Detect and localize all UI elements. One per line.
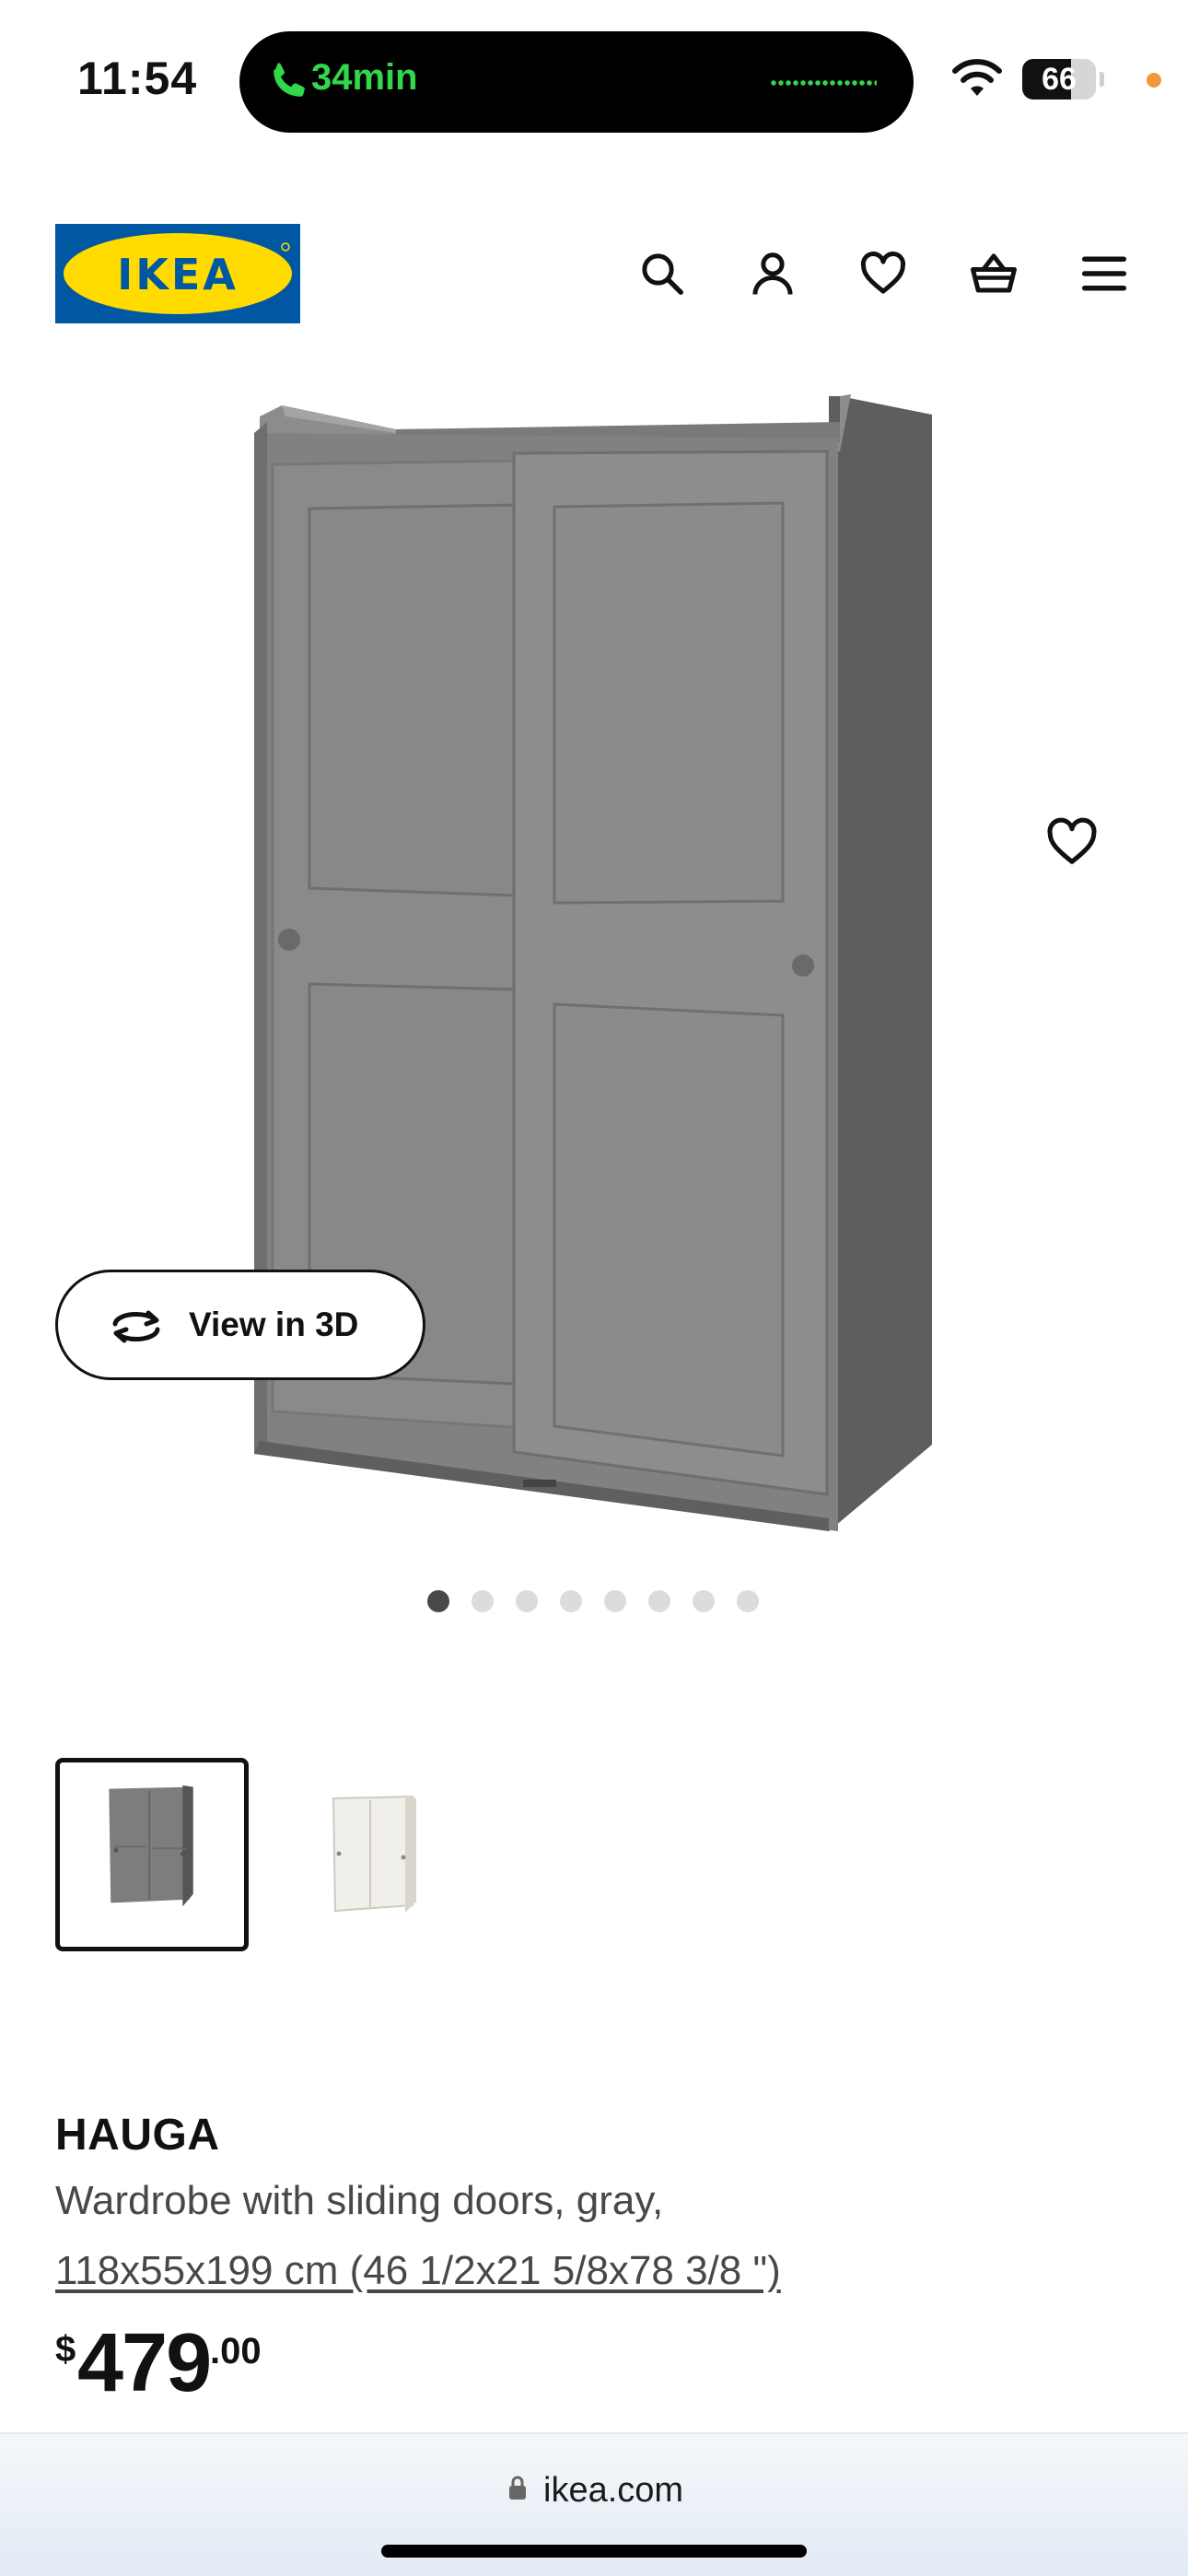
carousel-dot[interactable] <box>648 1590 670 1612</box>
url-text[interactable]: ikea.com <box>543 2471 683 2511</box>
variant-thumbnail-gray[interactable] <box>55 1758 249 1951</box>
menu-icon <box>1081 256 1127 291</box>
home-indicator[interactable] <box>381 2545 807 2558</box>
rotate-3d-icon <box>112 1310 160 1343</box>
search-icon <box>642 253 683 295</box>
privacy-indicator-dot <box>1147 73 1161 88</box>
white-wardrobe-thumbnail <box>332 1795 416 1913</box>
browser-address-bar[interactable]: ikea.com <box>0 2432 1188 2576</box>
heart-icon <box>860 252 906 294</box>
variant-thumbnail-white[interactable] <box>276 1758 470 1951</box>
product-dimensions-link[interactable]: 118x55x199 cm (46 1/2x21 5/8x78 3/8 ") <box>55 2248 781 2294</box>
price-integer: 479 <box>77 2317 212 2409</box>
product-description: Wardrobe with sliding doors, gray, <box>55 2178 664 2223</box>
price-decimal: .00 <box>210 2331 262 2371</box>
phone-icon <box>274 63 305 97</box>
lock-icon <box>509 2476 526 2500</box>
view-in-3d-label: View in 3D <box>189 1306 359 1343</box>
cart-icon <box>971 253 1017 293</box>
battery-icon: 66 <box>1022 59 1096 100</box>
carousel-dot[interactable] <box>604 1590 626 1612</box>
status-time: 11:54 <box>77 53 198 104</box>
carousel-dot[interactable] <box>560 1590 582 1612</box>
favorites-button[interactable] <box>851 241 915 306</box>
ikea-logo-graphic: IKEA <box>55 224 300 323</box>
add-to-favorites-button[interactable] <box>1044 814 1111 881</box>
search-button[interactable] <box>630 241 694 306</box>
carousel-dot[interactable] <box>427 1590 449 1612</box>
battery-level: 66 <box>1042 62 1077 97</box>
active-call-pill[interactable]: 34min <box>239 31 914 133</box>
account-button[interactable] <box>740 241 805 306</box>
menu-button[interactable] <box>1072 241 1136 306</box>
account-icon <box>752 252 793 295</box>
view-in-3d-button[interactable]: View in 3D <box>55 1270 425 1380</box>
logo-text: IKEA <box>117 250 239 299</box>
heart-icon <box>1047 817 1097 864</box>
ikea-logo[interactable]: IKEA <box>55 224 300 323</box>
carousel-dot[interactable] <box>737 1590 759 1612</box>
carousel-dot[interactable] <box>516 1590 538 1612</box>
cart-button[interactable] <box>961 241 1026 306</box>
product-name: HAUGA <box>55 2111 220 2160</box>
carousel-pagination[interactable] <box>427 1590 768 1612</box>
gray-wardrobe-thumbnail <box>109 1785 193 1907</box>
call-waveform <box>770 79 877 87</box>
carousel-dot[interactable] <box>472 1590 494 1612</box>
carousel-dot[interactable] <box>693 1590 715 1612</box>
wifi-icon <box>952 59 1002 96</box>
price-currency: $ <box>55 2329 76 2370</box>
battery-cap <box>1100 72 1104 87</box>
status-bar: 11:54 34min 66 <box>0 0 1188 147</box>
call-timer: 34min <box>311 57 418 98</box>
